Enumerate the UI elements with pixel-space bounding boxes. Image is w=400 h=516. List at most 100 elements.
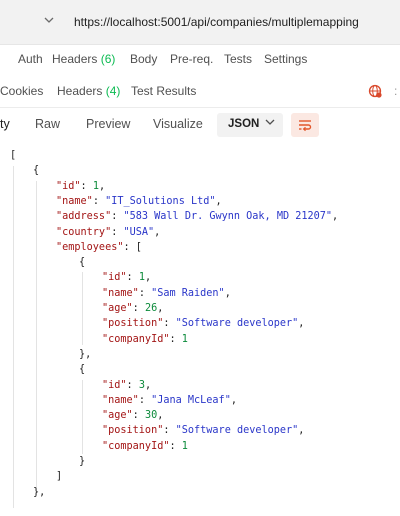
code-line: }, <box>79 347 91 362</box>
indent-guide <box>13 166 14 508</box>
indent-guide <box>82 272 83 345</box>
format-select[interactable]: JSON <box>217 113 283 137</box>
json-string: "Sam Raiden" <box>151 287 225 299</box>
json-punct: ] <box>56 471 63 483</box>
json-punct: , <box>298 318 305 330</box>
code-line: } <box>79 454 85 469</box>
json-key: "id" <box>102 272 127 284</box>
json-string: "USA" <box>123 226 155 238</box>
json-punct: : <box>111 226 124 238</box>
view-visualize-button[interactable]: Visualize <box>153 117 203 131</box>
json-key: "id" <box>56 180 81 192</box>
divider <box>0 107 400 108</box>
json-punct: : <box>126 379 139 391</box>
json-punct: : <box>138 287 152 299</box>
json-punct: , <box>332 211 339 223</box>
json-key: "position" <box>102 425 164 437</box>
indent-guide <box>36 181 37 495</box>
json-punct: , <box>98 180 106 192</box>
json-string: "583 Wall Dr. Gwynn Oak, MD 21207" <box>123 211 333 223</box>
tab-settings[interactable]: Settings <box>264 52 307 66</box>
json-punct: : [ <box>123 241 142 253</box>
json-punct: , <box>230 394 237 406</box>
json-string: "IT_Solutions Ltd" <box>105 195 216 207</box>
wrap-lines-button[interactable] <box>291 113 319 137</box>
json-punct: : <box>92 195 106 207</box>
json-key: "name" <box>102 287 139 299</box>
json-punct: , <box>157 410 164 422</box>
response-view-bar: ty Raw Preview Visualize JSON <box>0 112 400 140</box>
code-line: "name": "Jana McLeaf", <box>102 393 237 408</box>
code-line: }, <box>33 485 45 500</box>
tab-body[interactable]: Body <box>130 52 157 66</box>
json-punct: : <box>163 425 176 437</box>
json-punct: , <box>298 425 305 437</box>
network-globe-icon[interactable] <box>368 84 382 98</box>
view-pretty-button[interactable]: ty <box>0 117 10 131</box>
code-line: "id": 1, <box>56 179 105 194</box>
json-key: "companyId" <box>102 333 170 345</box>
code-line: "position": "Software developer", <box>102 423 304 438</box>
truncated-status: : <box>394 84 398 98</box>
json-string: "Software developer" <box>175 425 299 437</box>
code-line: "employees": [ <box>56 240 142 255</box>
view-preview-button[interactable]: Preview <box>86 117 130 131</box>
code-line: { <box>79 362 85 377</box>
json-key: "position" <box>102 318 164 330</box>
code-line: { <box>79 255 85 270</box>
code-line: "id": 1, <box>102 270 151 285</box>
json-key: "age" <box>102 303 133 314</box>
json-key: "name" <box>102 394 139 406</box>
code-line: ] <box>56 469 62 484</box>
code-line: "position": "Software developer", <box>102 316 304 331</box>
tab-cookies[interactable]: Cookies <box>0 84 43 98</box>
json-punct: , <box>157 303 164 314</box>
view-raw-button[interactable]: Raw <box>35 117 60 131</box>
tab-headers[interactable]: Headers (6) <box>52 52 115 66</box>
json-punct: , <box>154 226 161 238</box>
chevron-down-icon[interactable] <box>44 15 56 27</box>
json-punct: { <box>79 364 86 376</box>
json-string: "Software developer" <box>175 318 299 330</box>
format-select-value: JSON <box>228 118 260 130</box>
json-punct: , <box>144 379 152 391</box>
json-punct: : <box>111 211 124 223</box>
json-punct: [ <box>10 150 17 161</box>
tab-tests[interactable]: Tests <box>224 52 252 66</box>
url-input[interactable]: https://localhost:5001/api/companies/mul… <box>74 15 359 29</box>
tab-response-headers[interactable]: Headers (4) <box>57 84 120 98</box>
json-key: "country" <box>56 226 112 238</box>
json-punct: : <box>132 303 145 314</box>
response-headers-count-badge: (4) <box>105 84 121 98</box>
code-line: "name": "IT_Solutions Ltd", <box>56 194 222 209</box>
json-key: "id" <box>102 379 127 391</box>
json-punct: : <box>126 272 139 284</box>
json-punct: : <box>132 410 145 422</box>
code-line: "id": 3, <box>102 378 151 393</box>
tab-test-results[interactable]: Test Results <box>131 84 196 98</box>
chevron-down-icon <box>265 117 275 130</box>
code-line: "country": "USA", <box>56 225 160 240</box>
json-punct: , <box>215 195 222 207</box>
json-key: "name" <box>56 195 93 207</box>
code-line: "age": 30, <box>102 408 163 423</box>
json-punct: { <box>33 165 40 177</box>
code-line: "companyId": 1 <box>102 332 188 347</box>
tab-response-headers-label: Headers <box>57 84 103 98</box>
json-punct: : <box>163 318 176 330</box>
json-string: "Jana McLeaf" <box>151 394 231 406</box>
indent-guide <box>82 380 83 454</box>
json-punct: { <box>79 257 86 269</box>
json-punct: , <box>144 272 152 284</box>
json-punct: } <box>79 456 86 467</box>
json-key: "age" <box>102 410 133 422</box>
json-key: "address" <box>56 211 112 223</box>
tab-auth[interactable]: Auth <box>18 52 43 66</box>
json-number: 1 <box>181 440 188 452</box>
tab-headers-label: Headers <box>52 52 98 66</box>
code-line: { <box>33 163 39 178</box>
tab-prereq[interactable]: Pre-req. <box>170 52 213 66</box>
code-line: "address": "583 Wall Dr. Gwynn Oak, MD 2… <box>56 209 338 224</box>
json-key: "companyId" <box>102 440 170 452</box>
code-line: "companyId": 1 <box>102 439 188 454</box>
